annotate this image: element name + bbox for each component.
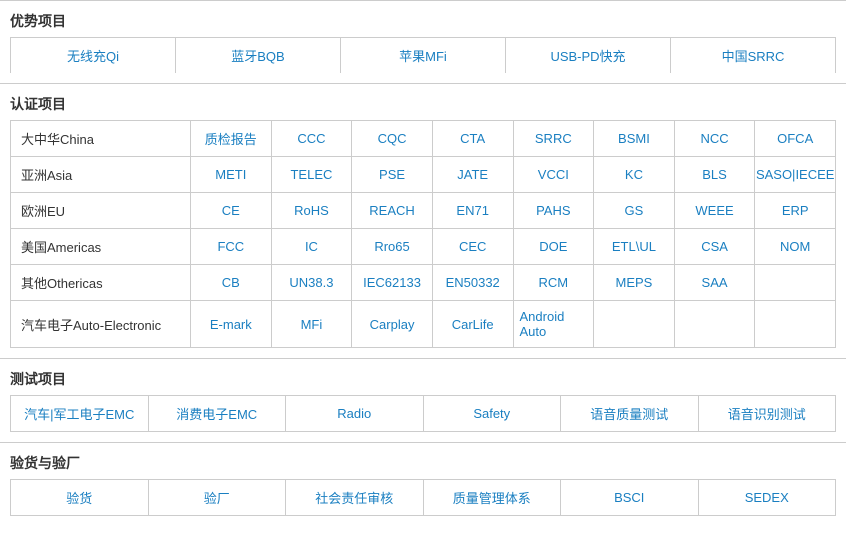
test-item-5[interactable]: 语音识别测试 xyxy=(699,396,836,431)
cert-cell[interactable]: OFCA xyxy=(755,121,835,156)
insp-item-3[interactable]: 质量管理体系 xyxy=(424,480,562,515)
testing-section: 测试项目 汽车|军工电子EMC 消费电子EMC Radio Safety 语音质… xyxy=(0,358,846,432)
cert-cell xyxy=(675,301,756,347)
row-cells-2: CE RoHS REACH EN71 PAHS GS WEEE ERP xyxy=(191,193,835,228)
cert-cell[interactable]: CSA xyxy=(675,229,756,264)
insp-item-0[interactable]: 验货 xyxy=(11,480,149,515)
cert-cell[interactable]: JATE xyxy=(433,157,514,192)
cert-cell[interactable]: SAA xyxy=(675,265,756,300)
table-row: 其他Othericas CB UN38.3 IEC62133 EN50332 R… xyxy=(10,264,836,300)
testing-title: 测试项目 xyxy=(10,365,836,395)
insp-item-5[interactable]: SEDEX xyxy=(699,480,836,515)
row-label-3: 美国Americas xyxy=(11,229,191,264)
cert-cell xyxy=(755,265,835,300)
cert-cell[interactable]: NCC xyxy=(675,121,756,156)
test-item-1[interactable]: 消费电子EMC xyxy=(149,396,287,431)
row-cells-0: 质检报告 CCC CQC CTA SRRC BSMI NCC OFCA xyxy=(191,121,835,156)
cert-cell[interactable]: SASO|IECEE xyxy=(755,157,835,192)
cert-cell[interactable]: CarLife xyxy=(433,301,514,347)
cert-cell[interactable]: 质检报告 xyxy=(191,121,272,156)
inspection-section: 验货与验厂 验货 验厂 社会责任审核 质量管理体系 BSCI SEDEX xyxy=(0,442,846,516)
row-label-5: 汽车电子Auto-Electronic xyxy=(11,301,191,347)
cert-cell[interactable]: Carplay xyxy=(352,301,433,347)
advantages-title: 优势项目 xyxy=(10,7,836,37)
table-row: 美国Americas FCC IC Rro65 CEC DOE ETL\UL C… xyxy=(10,228,836,264)
cert-cell[interactable]: ETL\UL xyxy=(594,229,675,264)
advantage-item-0[interactable]: 无线充Qi xyxy=(11,38,176,73)
advantage-item-1[interactable]: 蓝牙BQB xyxy=(176,38,341,73)
insp-item-2[interactable]: 社会责任审核 xyxy=(286,480,424,515)
row-cells-5: E-mark MFi Carplay CarLife Android Auto xyxy=(191,301,835,347)
table-row: 汽车电子Auto-Electronic E-mark MFi Carplay C… xyxy=(10,300,836,348)
cert-cell[interactable]: IEC62133 xyxy=(352,265,433,300)
certifications-section: 认证项目 大中华China 质检报告 CCC CQC CTA SRRC BSMI… xyxy=(0,83,846,348)
inspection-row: 验货 验厂 社会责任审核 质量管理体系 BSCI SEDEX xyxy=(10,479,836,516)
cert-cell[interactable]: METI xyxy=(191,157,272,192)
cert-cell[interactable]: IC xyxy=(272,229,353,264)
cert-cell[interactable]: DOE xyxy=(514,229,595,264)
cert-cell[interactable]: NOM xyxy=(755,229,835,264)
cert-cell[interactable]: CE xyxy=(191,193,272,228)
cert-cell[interactable]: RCM xyxy=(514,265,595,300)
cert-cell[interactable]: RoHS xyxy=(272,193,353,228)
insp-item-1[interactable]: 验厂 xyxy=(149,480,287,515)
cert-cell[interactable]: UN38.3 xyxy=(272,265,353,300)
testing-row: 汽车|军工电子EMC 消费电子EMC Radio Safety 语音质量测试 语… xyxy=(10,395,836,432)
advantage-item-3[interactable]: USB-PD快充 xyxy=(506,38,671,73)
cert-cell[interactable]: CB xyxy=(191,265,272,300)
test-item-2[interactable]: Radio xyxy=(286,396,424,431)
test-item-0[interactable]: 汽车|军工电子EMC xyxy=(11,396,149,431)
cert-cell[interactable]: CEC xyxy=(433,229,514,264)
row-cells-4: CB UN38.3 IEC62133 EN50332 RCM MEPS SAA xyxy=(191,265,835,300)
cert-cell xyxy=(594,301,675,347)
cert-cell[interactable]: EN71 xyxy=(433,193,514,228)
cert-cell[interactable]: Android Auto xyxy=(514,301,595,347)
cert-cell[interactable]: PAHS xyxy=(514,193,595,228)
certifications-title: 认证项目 xyxy=(10,90,836,120)
table-row: 亚洲Asia METI TELEC PSE JATE VCCI KC BLS S… xyxy=(10,156,836,192)
cert-cell[interactable]: CTA xyxy=(433,121,514,156)
certifications-table: 大中华China 质检报告 CCC CQC CTA SRRC BSMI NCC … xyxy=(10,120,836,348)
cert-cell[interactable]: MFi xyxy=(272,301,353,347)
row-label-0: 大中华China xyxy=(11,121,191,156)
cert-cell[interactable]: KC xyxy=(594,157,675,192)
cert-cell[interactable]: Rro65 xyxy=(352,229,433,264)
insp-item-4[interactable]: BSCI xyxy=(561,480,699,515)
cert-cell[interactable]: VCCI xyxy=(514,157,595,192)
row-cells-3: FCC IC Rro65 CEC DOE ETL\UL CSA NOM xyxy=(191,229,835,264)
cert-cell[interactable]: TELEC xyxy=(272,157,353,192)
row-label-1: 亚洲Asia xyxy=(11,157,191,192)
cert-cell[interactable]: FCC xyxy=(191,229,272,264)
cert-cell[interactable]: CCC xyxy=(272,121,353,156)
advantage-item-2[interactable]: 苹果MFi xyxy=(341,38,506,73)
row-label-2: 欧洲EU xyxy=(11,193,191,228)
cert-cell[interactable]: GS xyxy=(594,193,675,228)
cert-cell[interactable]: CQC xyxy=(352,121,433,156)
cert-cell[interactable]: BLS xyxy=(675,157,756,192)
cert-cell[interactable]: E-mark xyxy=(191,301,272,347)
cert-cell[interactable]: ERP xyxy=(755,193,835,228)
cert-cell[interactable]: EN50332 xyxy=(433,265,514,300)
cert-cell[interactable]: WEEE xyxy=(675,193,756,228)
cert-cell[interactable]: SRRC xyxy=(514,121,595,156)
cert-cell[interactable]: PSE xyxy=(352,157,433,192)
advantages-section: 优势项目 无线充Qi 蓝牙BQB 苹果MFi USB-PD快充 中国SRRC xyxy=(0,0,846,73)
row-label-4: 其他Othericas xyxy=(11,265,191,300)
table-row: 欧洲EU CE RoHS REACH EN71 PAHS GS WEEE ERP xyxy=(10,192,836,228)
cert-cell xyxy=(755,301,835,347)
table-row: 大中华China 质检报告 CCC CQC CTA SRRC BSMI NCC … xyxy=(10,120,836,156)
test-item-3[interactable]: Safety xyxy=(424,396,562,431)
cert-cell[interactable]: BSMI xyxy=(594,121,675,156)
cert-cell[interactable]: REACH xyxy=(352,193,433,228)
row-cells-1: METI TELEC PSE JATE VCCI KC BLS SASO|IEC… xyxy=(191,157,835,192)
advantages-row: 无线充Qi 蓝牙BQB 苹果MFi USB-PD快充 中国SRRC xyxy=(10,37,836,73)
advantage-item-4[interactable]: 中国SRRC xyxy=(671,38,835,73)
inspection-title: 验货与验厂 xyxy=(10,449,836,479)
cert-cell[interactable]: MEPS xyxy=(594,265,675,300)
test-item-4[interactable]: 语音质量测试 xyxy=(561,396,699,431)
